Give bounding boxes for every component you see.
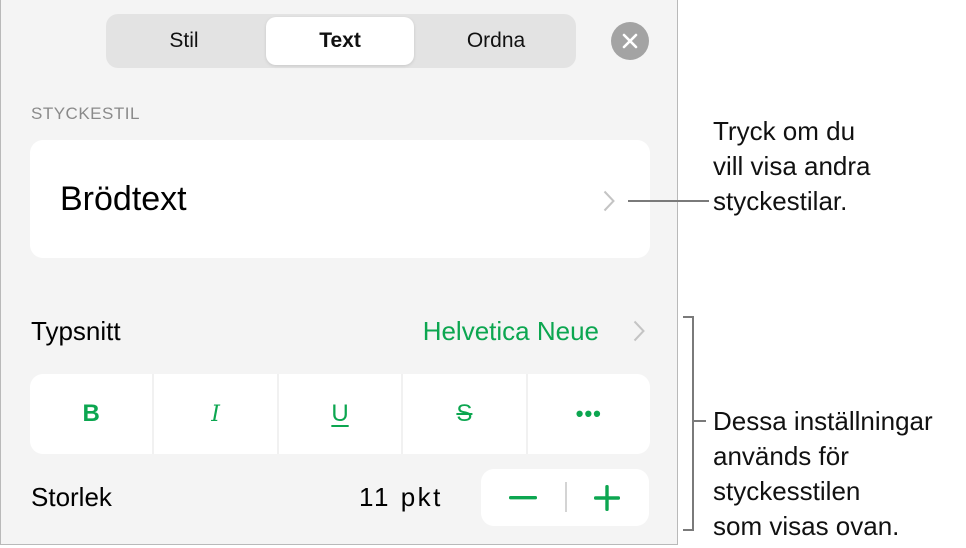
underline-button[interactable]: U [279,374,404,454]
callout-bracket-vertical [692,316,694,531]
chevron-right-icon [633,320,645,342]
callout-line: Tryck om du [713,116,856,146]
text-format-buttons: B I U S ••• [30,374,650,454]
decrease-size-button[interactable] [481,469,565,526]
minus-icon [509,495,537,499]
tab-ordna[interactable]: Ordna [422,17,570,65]
font-label: Typsnitt [31,316,121,346]
increase-size-button[interactable] [565,469,649,526]
strikethrough-button[interactable]: S [403,374,528,454]
strikethrough-icon: S [456,400,473,427]
callout-paragraph-style: Tryck om du vill visa andra styckestilar… [713,114,871,219]
tab-text[interactable]: Text [266,17,414,65]
callout-bracket-bottom [683,529,694,531]
callout-line: vill visa andra [713,151,871,181]
size-label: Storlek [31,482,112,512]
callout-settings: Dessa inställningar används för styckess… [713,404,933,544]
callout-line: styckestilar. [713,186,848,216]
ellipsis-icon: ••• [575,401,602,426]
more-options-button[interactable]: ••• [528,374,650,454]
plus-icon [594,484,620,511]
underline-icon: U [331,400,349,427]
paragraph-style-name: Brödtext [60,180,187,218]
callout-line: Dessa inställningar [713,406,933,436]
callout-line: används för [713,441,849,471]
callout-leader-line [628,200,709,202]
tab-segmented-control: Stil Text Ordna [106,14,576,68]
callout-bracket-tick [694,420,706,422]
tab-stil[interactable]: Stil [110,17,258,65]
font-selector-row[interactable]: Typsnitt Helvetica Neue [1,310,677,354]
bold-button[interactable]: B [30,374,155,454]
section-label-paragraph-style: STYCKESTIL [31,104,140,123]
font-value: Helvetica Neue [422,316,599,346]
close-button[interactable] [611,22,649,60]
size-value: 11 pkt [359,482,443,512]
close-icon [622,33,638,49]
size-stepper [481,469,649,526]
italic-icon: I [211,401,220,427]
callout-line: styckesstilen [713,476,861,506]
bold-icon: B [82,400,100,427]
chevron-right-icon [603,190,615,212]
paragraph-style-button[interactable]: Brödtext [30,140,650,258]
italic-button[interactable]: I [154,374,279,454]
callout-line: som visas ovan. [713,511,900,541]
format-panel: Stil Text Ordna STYCKESTIL Brödtext Typs… [0,0,678,545]
